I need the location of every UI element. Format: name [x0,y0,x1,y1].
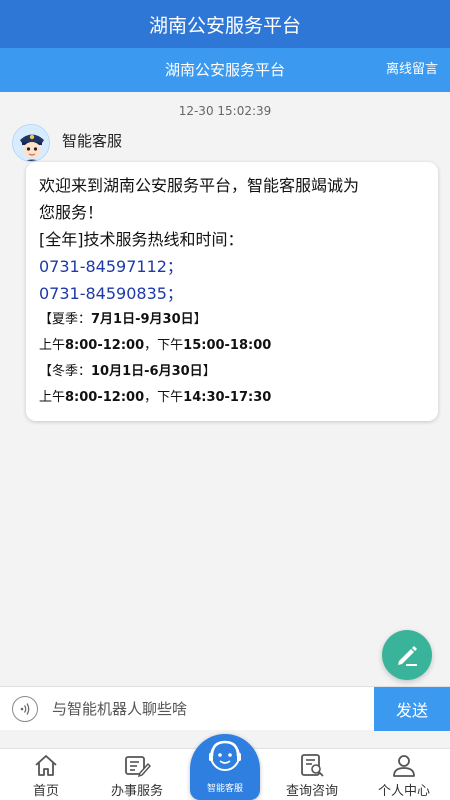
summer-am: 8:00-12:00 [65,338,145,353]
police-avatar-icon [13,125,49,161]
welcome-line: 欢迎来到湖南公安服务平台，智能客服竭诚为 您服务！ [39,172,426,226]
edit-fab-button[interactable] [382,630,432,680]
tab-query[interactable]: 查询咨询 [272,749,352,800]
winter-pm-prefix: ，下午 [144,390,184,405]
customer-service-icon [209,740,241,771]
pencil-icon [398,646,417,666]
tab-service-label: 办事服务 [110,784,163,799]
service-icon [125,756,151,778]
offline-message-link[interactable]: 离线留言 [386,48,438,92]
summer-season: 【夏季：7月1日-9月30日】 [39,307,426,333]
summer-pm-prefix: ，下午 [144,338,184,353]
app-title-bar: 湖南公安服务平台 [0,0,450,48]
winter-label: 【冬季： [39,364,92,379]
message-input[interactable] [52,687,370,731]
winter-am-prefix: 上午 [39,390,66,405]
tab-customer-service-label: 智能客服 [206,784,243,794]
summer-range: 7月1日-9月30日 [91,312,194,327]
welcome-text-cont: 您服务！ [39,203,104,222]
tab-query-label: 查询咨询 [285,784,338,799]
voice-input-button[interactable] [12,696,38,722]
query-icon [301,754,324,777]
winter-pm: 14:30-17:30 [183,390,272,405]
tab-home[interactable]: 首页 [6,749,86,800]
tab-customer-service[interactable]: 智能客服 [190,734,260,800]
voice-icon [20,703,30,715]
phone-link-2[interactable]: 0731-84590835； [39,280,426,307]
chat-header-title: 湖南公安服务平台 [164,61,285,79]
winter-range: 10月1日-6月30日 [91,364,203,379]
tab-personal-label: 个人中心 [377,784,430,799]
winter-am: 8:00-12:00 [65,390,145,405]
app-title: 湖南公安服务平台 [148,14,301,37]
summer-close: 】 [193,312,207,327]
summer-am-prefix: 上午 [39,338,66,353]
chat-header: 湖南公安服务平台 离线留言 [0,48,450,92]
hotline-title: [全年]技术服务热线和时间： [39,230,244,249]
send-button[interactable]: 发送 [374,687,450,731]
tab-home-label: 首页 [32,784,59,799]
home-icon [35,755,57,776]
bot-avatar [12,124,50,162]
bot-name: 智能客服 [62,132,123,150]
bot-message-bubble: 欢迎来到湖南公安服务平台，智能客服竭诚为 您服务！ [全年]技术服务热线和时间：… [26,162,438,421]
person-icon [393,755,415,777]
summer-hours: 上午8:00-12:00，下午15:00-18:00 [39,333,426,359]
message-input-bar: 发送 [0,686,450,731]
welcome-text: 欢迎来到湖南公安服务平台，智能客服竭诚为 [39,176,360,195]
tab-personal[interactable]: 个人中心 [364,749,444,800]
message-timestamp: 12-30 15:02:39 [178,104,272,118]
summer-pm: 15:00-18:00 [183,338,272,353]
chat-area[interactable]: 12-30 15:02:39 智能客服 欢迎来到湖南公安服务平台，智能客服竭诚为… [0,92,450,686]
winter-hours: 上午8:00-12:00，下午14:30-17:30 [39,385,426,411]
winter-season: 【冬季：10月1日-6月30日】 [39,359,426,385]
tab-service[interactable]: 办事服务 [97,749,177,800]
winter-close: 】 [202,364,216,379]
summer-label: 【夏季： [39,312,92,327]
phone-link-1[interactable]: 0731-84597112； [39,253,426,280]
